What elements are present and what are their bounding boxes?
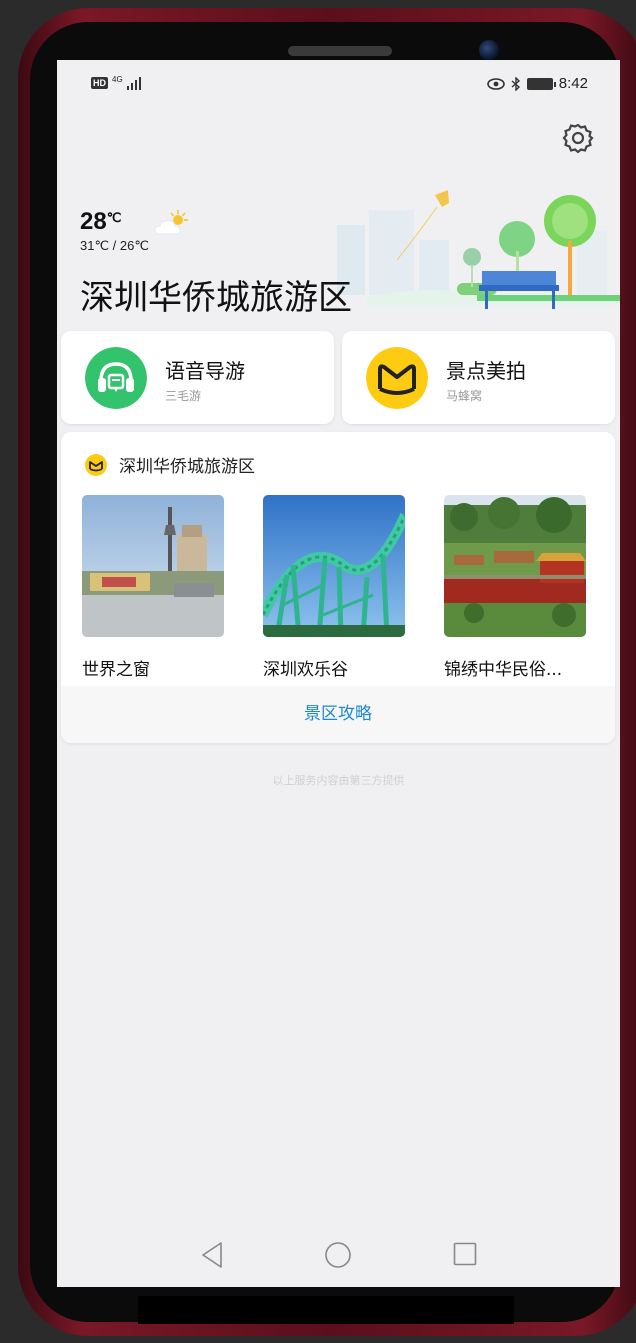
screen: HD 4G 8:42 28℃ 31℃ / 26℃ 深圳华侨城旅游区 语音导游 三… bbox=[57, 60, 620, 1287]
current-temperature: 28℃ bbox=[80, 208, 149, 236]
recent-apps-icon[interactable] bbox=[453, 1242, 477, 1266]
headphones-icon bbox=[85, 347, 147, 409]
temperature-unit: ℃ bbox=[106, 210, 122, 225]
weather-widget: 28℃ 31℃ / 26℃ bbox=[80, 208, 188, 254]
settings-gear-icon[interactable] bbox=[562, 122, 594, 154]
signal-icon bbox=[126, 76, 141, 90]
guide-card-header: 深圳华侨城旅游区 bbox=[85, 452, 255, 477]
hd-badge: HD bbox=[91, 77, 108, 89]
temperature-value: 28 bbox=[80, 208, 107, 235]
status-right: 8:42 bbox=[486, 75, 588, 92]
phone-chin-bar bbox=[138, 1296, 514, 1324]
home-icon[interactable] bbox=[324, 1241, 352, 1269]
mafengwo-small-icon bbox=[85, 453, 107, 476]
temperature-range: 31℃ / 26℃ bbox=[80, 238, 149, 253]
status-left: HD 4G bbox=[91, 76, 141, 90]
spot-photo bbox=[258, 495, 410, 638]
spot-splendid-china[interactable]: 锦绣中华民俗... bbox=[444, 495, 586, 680]
front-camera bbox=[479, 40, 499, 60]
scenic-area-title: 深圳华侨城旅游区 bbox=[80, 278, 352, 318]
spot-photo bbox=[82, 495, 224, 637]
photo-spots-provider: 马蜂窝 bbox=[446, 389, 483, 403]
photo-spots-card[interactable]: 景点美拍 马蜂窝 bbox=[342, 331, 615, 424]
clock: 8:42 bbox=[558, 75, 588, 92]
battery-icon bbox=[526, 77, 556, 90]
back-icon[interactable] bbox=[200, 1241, 224, 1269]
eye-comfort-icon bbox=[486, 77, 505, 90]
bluetooth-icon bbox=[511, 76, 520, 91]
scenic-strategy-link[interactable]: 景区攻略 bbox=[61, 686, 615, 743]
spot-name: 深圳欢乐谷 bbox=[263, 660, 348, 680]
scenic-guide-card: 深圳华侨城旅游区 世界之窗 深圳欢乐谷 锦绣中华民俗... 景区攻略 bbox=[61, 432, 615, 743]
spot-name: 锦绣中华民俗... bbox=[444, 660, 563, 680]
spot-photo bbox=[444, 495, 586, 637]
voice-guide-card[interactable]: 语音导游 三毛游 bbox=[61, 331, 334, 424]
status-bar: HD 4G 8:42 bbox=[57, 60, 620, 110]
partly-cloudy-icon bbox=[154, 210, 188, 235]
park-illustration bbox=[337, 190, 620, 309]
guide-card-title: 深圳华侨城旅游区 bbox=[119, 457, 255, 477]
voice-guide-title: 语音导游 bbox=[165, 359, 245, 383]
photo-spots-title: 景点美拍 bbox=[446, 359, 526, 383]
third-party-disclaimer: 以上服务内容由第三方提供 bbox=[272, 774, 405, 787]
spot-happy-valley[interactable]: 深圳欢乐谷 bbox=[258, 495, 410, 680]
navigation-bar bbox=[57, 1225, 620, 1287]
mafengwo-icon bbox=[366, 347, 428, 409]
spot-name: 世界之窗 bbox=[82, 660, 150, 680]
earpiece bbox=[288, 46, 392, 56]
voice-guide-provider: 三毛游 bbox=[165, 389, 202, 403]
network-type: 4G bbox=[112, 75, 123, 84]
spot-window-of-the-world[interactable]: 世界之窗 bbox=[82, 495, 224, 680]
